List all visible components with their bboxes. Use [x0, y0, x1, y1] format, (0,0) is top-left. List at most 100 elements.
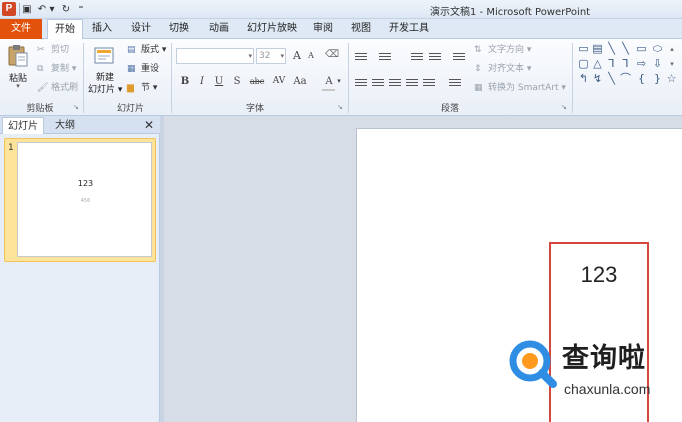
font-color-button[interactable]: A [322, 76, 336, 87]
reset-button[interactable]: ▦ 重设 [127, 63, 159, 76]
rounded-rect-shape-icon[interactable]: ▢ [577, 58, 590, 70]
paragraph-group-label: 段落 [440, 104, 459, 114]
tab-slides[interactable]: 幻灯片 [2, 117, 44, 134]
gallery-scroll-down-icon[interactable]: ▾ [667, 58, 677, 70]
grow-font-button[interactable]: A [290, 49, 304, 62]
tab-file[interactable]: 文件 [0, 19, 42, 39]
bent-arrow-shape-icon[interactable]: ↰ [577, 73, 590, 85]
shadow-s-button[interactable]: S [230, 76, 244, 87]
line-shape-icon[interactable]: ╲ [605, 43, 618, 55]
paste-icon[interactable] [7, 44, 29, 68]
shrink-font-button[interactable]: A [304, 51, 318, 60]
convert-smartart-button[interactable]: ▦ 转换为 SmartArt ▾ [474, 82, 566, 95]
tab-developer[interactable]: 开发工具 [383, 19, 435, 39]
slides-pane: 幻灯片 大纲 ✕ 1 123 456 [0, 116, 160, 422]
strikethrough-button[interactable]: abc [247, 77, 267, 86]
arc-shape-icon[interactable]: ⌒ [619, 73, 632, 85]
tab-transitions[interactable]: 切换 [163, 19, 195, 39]
redo-icon[interactable]: ↻ [60, 2, 72, 17]
align-center-icon[interactable] [371, 77, 385, 89]
tab-animations[interactable]: 动画 [203, 19, 235, 39]
qat-separator [19, 3, 20, 16]
paste-dropdown-icon[interactable]: ▾ [12, 82, 24, 90]
smartart-label: 转换为 SmartArt [488, 83, 559, 93]
oval-shape-icon[interactable]: ⬭ [651, 43, 664, 55]
rectangle-shape-icon[interactable]: ▭ [635, 43, 648, 55]
font-size-combo[interactable]: 32 ▾ [256, 48, 286, 64]
copy-icon: ⧉ [37, 64, 44, 74]
new-slide-icon[interactable] [94, 45, 116, 67]
undo-icon[interactable]: ↶ [36, 2, 48, 17]
font-name-combo[interactable]: ▾ [176, 48, 254, 64]
numbering-icon[interactable] [378, 51, 392, 63]
align-left-icon[interactable] [354, 77, 368, 89]
section-button[interactable]: ▆ 节 ▾ [127, 82, 157, 95]
save-icon[interactable]: ▣ [21, 2, 33, 17]
bold-button[interactable]: B [178, 76, 192, 87]
close-pane-icon[interactable]: ✕ [144, 117, 154, 133]
tab-review[interactable]: 审阅 [307, 19, 339, 39]
text-direction-button[interactable]: ⇅ 文字方向 ▾ [474, 44, 531, 57]
justify-icon[interactable] [405, 77, 419, 89]
tab-slideshow[interactable]: 幻灯片放映 [242, 19, 302, 39]
lightning-shape-icon[interactable]: ↯ [591, 73, 604, 85]
columns-icon[interactable] [448, 77, 462, 89]
line-spacing-icon[interactable] [452, 51, 466, 63]
section-label: 节 [141, 83, 151, 93]
triangle-shape-icon[interactable]: △ [591, 58, 604, 70]
gallery-scroll-up-icon[interactable]: ▴ [667, 43, 677, 55]
change-case-button[interactable]: Aa [290, 76, 310, 87]
align-text-label: 对齐文本 [488, 64, 525, 74]
ribbon-tabs: 文件 开始 插入 设计 切换 动画 幻灯片放映 审阅 视图 开发工具 [0, 19, 682, 40]
font-launcher-icon[interactable]: ↘ [337, 103, 343, 111]
undo-dropdown-icon[interactable]: ▾ [48, 2, 56, 17]
font-name-dropdown-icon[interactable]: ▾ [248, 49, 252, 63]
underline-button[interactable]: U [212, 76, 226, 87]
layout-button[interactable]: ▤ 版式 ▾ [127, 44, 166, 57]
left-brace-shape-icon[interactable]: { [635, 73, 648, 85]
tab-view[interactable]: 视图 [345, 19, 377, 39]
char-spacing-button[interactable]: AV [270, 76, 288, 86]
title-bar: P ▣ ↶ ▾ ↻ ⁼ 演示文稿1 - Microsoft PowerPoint [0, 0, 682, 19]
elbow-arrow-shape-icon[interactable]: ⅂ [619, 58, 632, 70]
right-arrow-shape-icon[interactable]: ⇨ [635, 58, 648, 70]
clipboard-launcher-icon[interactable]: ↘ [73, 103, 79, 111]
increase-indent-icon[interactable] [428, 51, 442, 63]
bullets-icon[interactable] [354, 51, 368, 63]
customize-qat-icon[interactable]: ⁼ [77, 2, 85, 17]
tab-outline[interactable]: 大纲 [48, 117, 82, 134]
tab-design[interactable]: 设计 [125, 19, 157, 39]
align-text-button[interactable]: ⇕ 对齐文本 ▾ [474, 63, 531, 76]
group-separator [572, 43, 573, 113]
powerpoint-app-icon[interactable]: P [2, 2, 16, 16]
align-right-icon[interactable] [388, 77, 402, 89]
decrease-indent-icon[interactable] [410, 51, 424, 63]
down-arrow-shape-icon[interactable]: ⇩ [651, 58, 664, 70]
font-color-swatch [322, 89, 335, 91]
font-size-dropdown-icon[interactable]: ▾ [280, 49, 284, 63]
vertical-textbox-shape-icon[interactable]: ▤ [591, 43, 604, 55]
elbow-connector-shape-icon[interactable]: ⅂ [605, 58, 618, 70]
font-size-value: 32 [259, 51, 271, 61]
right-brace-shape-icon[interactable]: } [651, 73, 664, 85]
section-icon: ▆ [127, 83, 134, 93]
tab-home[interactable]: 开始 [47, 19, 83, 40]
smartart-icon: ▦ [474, 83, 483, 93]
placeholder-text[interactable]: 123 [551, 262, 647, 288]
cut-button[interactable]: ✂ 剪切 [37, 44, 69, 57]
italic-button[interactable]: I [195, 76, 209, 87]
star-shape-icon[interactable]: ☆ [665, 73, 678, 85]
textbox-shape-icon[interactable]: ▭ [577, 43, 590, 55]
freeform-shape-icon[interactable]: ╲ [605, 73, 618, 85]
slide-thumbnail[interactable]: 123 456 [17, 142, 152, 257]
paragraph-launcher-icon[interactable]: ↘ [561, 103, 567, 111]
distributed-icon[interactable] [422, 77, 436, 89]
copy-button[interactable]: ⧉ 复制 ▾ [37, 63, 76, 76]
new-slide-label-line2[interactable]: 幻灯片 ▾ [88, 82, 122, 95]
reset-icon: ▦ [127, 64, 136, 74]
arrow-line-shape-icon[interactable]: ╲ [619, 43, 632, 55]
tab-insert[interactable]: 插入 [86, 19, 118, 39]
font-color-dropdown-icon[interactable]: ▾ [335, 77, 343, 85]
format-painter-button[interactable]: 🖌 格式刷 [37, 82, 78, 95]
clear-format-icon[interactable]: ⌫ [325, 49, 339, 60]
